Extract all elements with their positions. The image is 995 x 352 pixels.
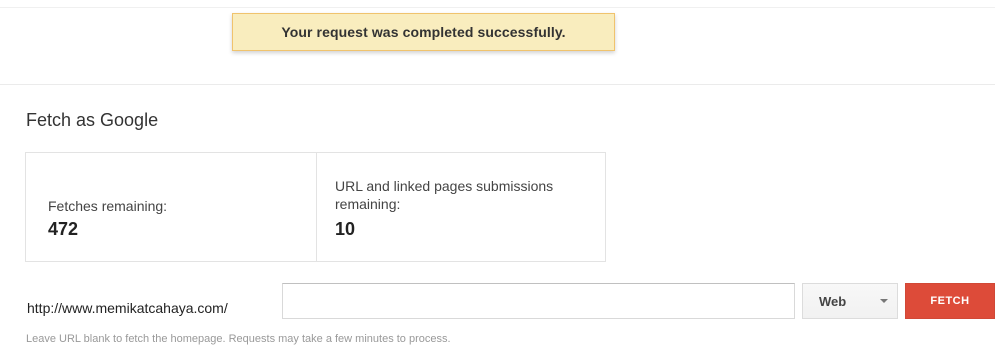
fetch-type-select[interactable]: Web <box>802 283 898 319</box>
fetches-remaining-cell: Fetches remaining: 472 <box>26 153 317 261</box>
chevron-down-icon <box>880 299 888 303</box>
submissions-remaining-label: URL and linked pages submissions remaini… <box>335 178 554 212</box>
helper-text: Leave URL blank to fetch the homepage. R… <box>26 333 451 345</box>
success-notification: Your request was completed successfully. <box>232 13 615 51</box>
fetch-button[interactable]: FETCH <box>905 283 995 319</box>
page-title: Fetch as Google <box>26 110 159 130</box>
divider <box>0 7 995 8</box>
submissions-remaining-cell: URL and linked pages submissions remaini… <box>317 153 605 261</box>
fetch-type-selected: Web <box>819 293 847 309</box>
fetches-remaining-value: 472 <box>48 219 79 239</box>
success-message: Your request was completed successfully. <box>281 24 566 40</box>
fetches-remaining-label: Fetches remaining: <box>48 198 168 214</box>
fetch-as-google-page: Your request was completed successfully.… <box>0 0 995 352</box>
divider <box>0 84 995 85</box>
stats-panel: Fetches remaining: 472 URL and linked pa… <box>25 152 606 262</box>
site-url-prefix: http://www.memikatcahaya.com/ <box>27 300 228 316</box>
url-path-input[interactable] <box>282 283 795 319</box>
notification-area: Your request was completed successfully. <box>0 0 995 85</box>
submissions-remaining-value: 10 <box>335 219 356 239</box>
